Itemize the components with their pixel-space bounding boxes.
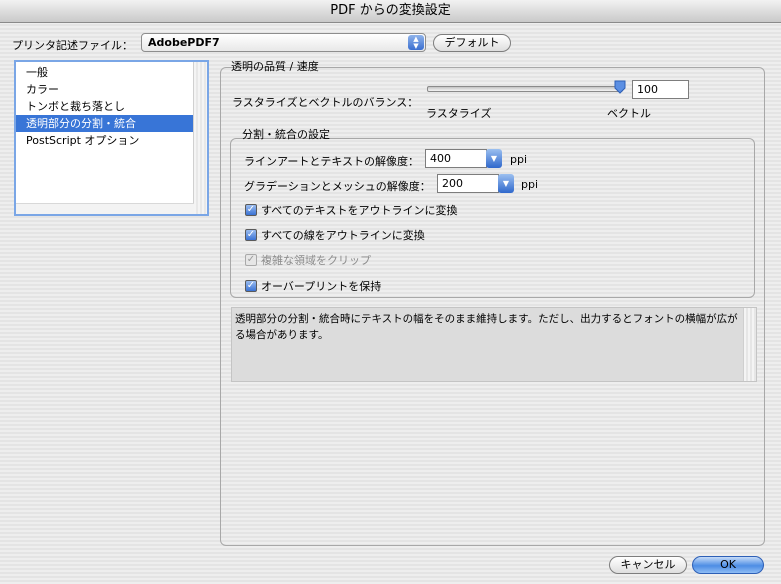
sidebar-item-marks-bleed[interactable]: トンボと裁ち落とし (16, 98, 194, 115)
clip-complex-regions-checkbox-row: ✓ 複雑な領域をクリップ (245, 252, 371, 268)
sidebar-item-postscript-options[interactable]: PostScript オプション (16, 132, 194, 149)
printer-file-popup[interactable]: AdobePDF7 ▲ ▼ (141, 33, 426, 52)
printer-file-label: プリンタ記述ファイル： (12, 39, 133, 52)
sidebar-item-general[interactable]: 一般 (16, 64, 194, 81)
flatten-group-label: 分割・統合の設定 (242, 128, 330, 141)
window-title: PDF からの変換設定 (330, 3, 451, 18)
rasterize-label: ラスタライズ (426, 107, 492, 120)
sidebar-item-color[interactable]: カラー (16, 81, 194, 98)
cancel-button-label: キャンセル (620, 558, 676, 571)
category-list[interactable]: 一般 カラー トンボと裁ち落とし 透明部分の分割・統合 PostScript オ… (14, 60, 209, 216)
line-art-unit: ppi (510, 153, 528, 166)
line-art-resolution-value: 400 (430, 152, 451, 165)
line-art-dropdown-icon[interactable]: ▼ (486, 149, 502, 168)
ok-button-label: OK (720, 558, 736, 571)
ok-button[interactable]: OK (692, 556, 764, 574)
cancel-button[interactable]: キャンセル (609, 556, 687, 574)
description-box: 透明部分の分割・統合時にテキストの幅をそのまま維持します。ただし、出力するとフォ… (231, 307, 757, 382)
balance-value: 100 (637, 83, 658, 96)
balance-label: ラスタライズとベクトルのバランス： (232, 96, 419, 109)
gradient-dropdown-icon[interactable]: ▼ (498, 174, 514, 193)
gradient-resolution-label: グラデーションとメッシュの解像度： (244, 180, 431, 193)
vector-label: ベクトル (607, 107, 651, 120)
printer-file-value: AdobePDF7 (148, 36, 220, 49)
default-button-label: デフォルト (444, 36, 500, 49)
outline-strokes-checkbox-row[interactable]: ✓ すべての線をアウトラインに変換 (245, 227, 425, 243)
clip-complex-regions-label: 複雑な領域をクリップ (261, 254, 371, 267)
sidebar-item-label: カラー (26, 83, 59, 96)
outline-text-checkbox-row[interactable]: ✓ すべてのテキストをアウトラインに変換 (245, 202, 457, 218)
sidebar-item-label: トンボと裁ち落とし (26, 100, 125, 113)
checkbox-checked-icon[interactable]: ✓ (245, 229, 257, 241)
line-art-resolution-input[interactable]: 400 (425, 149, 487, 168)
window-title-bar[interactable]: PDF からの変換設定 (0, 0, 781, 23)
preserve-overprint-label: オーバープリントを保持 (261, 280, 382, 293)
line-art-resolution-label: ラインアートとテキストの解像度： (244, 155, 420, 168)
description-scrollbar[interactable] (743, 308, 756, 381)
checkbox-checked-icon[interactable]: ✓ (245, 280, 257, 292)
sidebar-horizontal-scrollbar[interactable] (16, 203, 194, 214)
balance-slider-thumb[interactable] (614, 80, 626, 94)
updown-arrows-icon: ▲ ▼ (408, 35, 424, 50)
sidebar-item-flattening[interactable]: 透明部分の分割・統合 (16, 115, 194, 132)
sidebar-item-label: 一般 (26, 66, 48, 79)
sidebar-item-label: 透明部分の分割・統合 (26, 117, 136, 130)
checkbox-checked-disabled-icon: ✓ (245, 254, 257, 266)
balance-slider-track[interactable] (427, 86, 623, 92)
description-text: 透明部分の分割・統合時にテキストの幅をそのまま維持します。ただし、出力するとフォ… (235, 313, 738, 341)
sidebar-scrollbar[interactable] (193, 62, 207, 214)
gradient-resolution-value: 200 (442, 177, 463, 190)
quality-group-label: 透明の品質 / 速度 (231, 60, 319, 73)
outline-text-label: すべてのテキストをアウトラインに変換 (261, 204, 458, 217)
gradient-resolution-input[interactable]: 200 (437, 174, 499, 193)
checkbox-checked-icon[interactable]: ✓ (245, 204, 257, 216)
outline-strokes-label: すべての線をアウトラインに変換 (261, 229, 425, 242)
preserve-overprint-checkbox-row[interactable]: ✓ オーバープリントを保持 (245, 278, 381, 294)
sidebar-item-label: PostScript オプション (26, 134, 140, 147)
default-button[interactable]: デフォルト (433, 34, 511, 52)
gradient-unit: ppi (521, 178, 539, 191)
balance-value-field[interactable]: 100 (632, 80, 689, 99)
